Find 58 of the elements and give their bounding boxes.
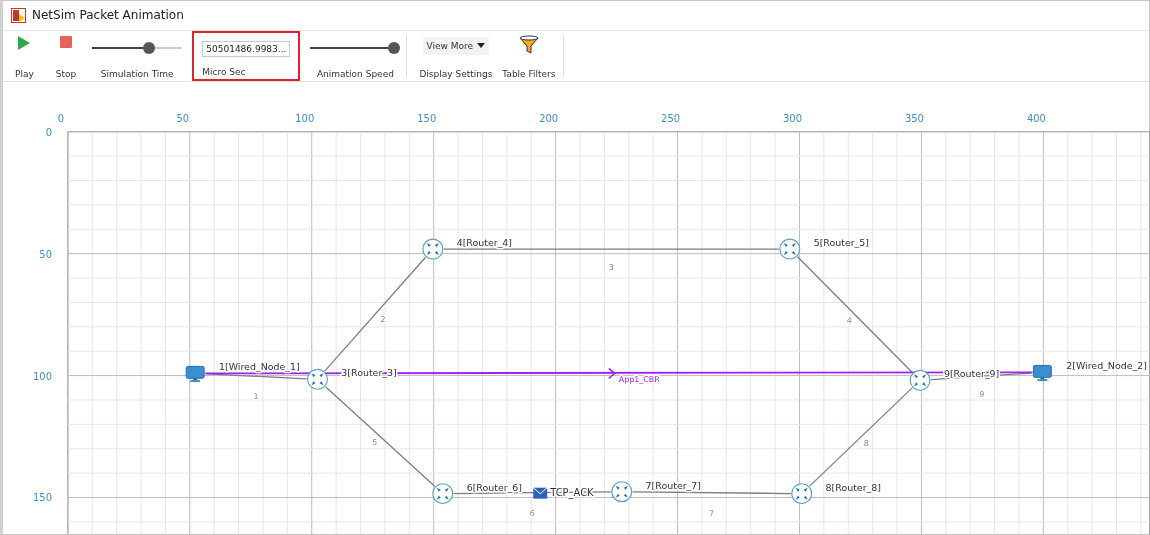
view-more-dropdown[interactable]: View More — [422, 36, 490, 55]
ruler-label: 100 — [295, 112, 315, 124]
funnel-icon — [517, 34, 540, 55]
app-logo-icon — [11, 7, 26, 23]
ruler-label: 50 — [39, 248, 52, 260]
ruler-label: 0 — [57, 112, 65, 124]
link-label: 3 — [608, 262, 614, 272]
slider-thumb[interactable] — [388, 41, 401, 54]
ruler-label: 200 — [539, 112, 559, 124]
node-label: 6[Router_6] — [466, 481, 522, 493]
ruler-label: 0 — [45, 126, 52, 138]
link-label: 6 — [529, 508, 535, 518]
ruler-label: 150 — [33, 492, 52, 504]
display-settings-label: Display Settings — [419, 68, 493, 79]
packet-label: TCP_ACK — [550, 486, 594, 498]
link-label: 8 — [863, 438, 869, 448]
link-label: 5 — [372, 437, 378, 447]
node-label: 8[Router_8] — [825, 481, 881, 493]
router-icon[interactable] — [432, 482, 454, 504]
play-button[interactable]: Play — [9, 30, 40, 81]
node-label: 2[Wired_Node_2] — [1066, 359, 1147, 371]
table-filters-button[interactable]: Table Filters — [496, 30, 562, 81]
node-label: 4[Router_4] — [456, 236, 513, 248]
slider-label: Simulation Time — [100, 68, 174, 79]
router-icon[interactable] — [909, 369, 931, 391]
ruler-label: 300 — [783, 112, 802, 124]
ruler-label: 50 — [176, 112, 190, 124]
stop-icon — [59, 34, 73, 49]
ruler-label: 100 — [33, 370, 52, 382]
router-icon[interactable] — [306, 368, 328, 390]
ruler-label: 250 — [661, 112, 681, 124]
router-icon[interactable] — [779, 238, 801, 260]
slider-label: Animation Speed — [316, 68, 394, 79]
node-label: 5[Router_5] — [813, 236, 870, 248]
link-label: 9 — [979, 389, 985, 399]
link-label: 4 — [846, 315, 852, 325]
router-icon[interactable] — [611, 480, 633, 502]
flow-label: App1_CBR — [618, 374, 660, 384]
computer-icon[interactable] — [1032, 364, 1052, 381]
slider-thumb[interactable] — [142, 41, 155, 54]
ruler-label: 150 — [417, 112, 437, 124]
node-label: 1[Wired_Node_1] — [219, 360, 300, 372]
unit-label: Micro Sec — [202, 66, 247, 77]
link-label: 2 — [380, 315, 386, 324]
router-icon[interactable] — [422, 238, 444, 260]
stop-button[interactable]: Stop — [49, 30, 83, 81]
ruler-label: 350 — [905, 112, 924, 124]
play-icon — [17, 34, 32, 51]
node-label: 7[Router_7] — [645, 479, 701, 491]
router-icon[interactable] — [791, 482, 813, 504]
window-title: NetSim Packet Animation — [32, 8, 184, 23]
time-field[interactable]: 50501486.9983... — [202, 40, 291, 57]
ruler-label: 400 — [1026, 112, 1046, 124]
envelope-icon — [532, 486, 548, 499]
link-label: 7 — [709, 508, 715, 518]
link-label: 1 — [253, 391, 259, 401]
caret-icon — [477, 43, 486, 49]
computer-icon[interactable] — [185, 365, 205, 382]
